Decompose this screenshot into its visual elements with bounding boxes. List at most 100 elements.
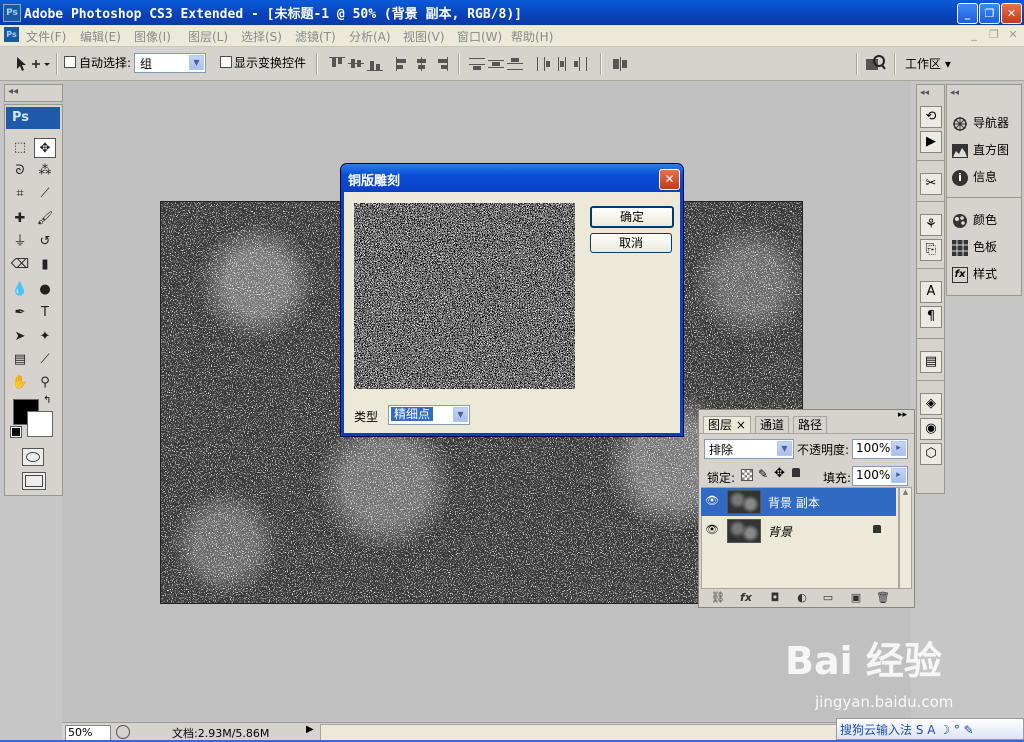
notes-tool-icon[interactable]: ▤ (9, 350, 31, 370)
dock-color[interactable]: 颜色 (949, 211, 1019, 233)
distribute-right-icon[interactable] (573, 57, 589, 71)
delete-layer-icon[interactable]: 🗑 (876, 592, 890, 604)
status-preview-icon[interactable] (116, 725, 130, 739)
lock-transparency-icon[interactable] (741, 469, 753, 481)
tab-paths[interactable]: 路径 (793, 416, 828, 434)
zoom-field[interactable]: 50% (65, 725, 111, 741)
lock-position-icon[interactable]: ✥ (774, 466, 785, 481)
link-layers-icon[interactable]: ⛓ (711, 592, 725, 604)
swap-colors-icon[interactable]: ↰ (43, 395, 51, 406)
menu-layer[interactable]: 图层(L) (188, 28, 228, 45)
layer-mask-icon[interactable]: ◘ (768, 592, 782, 604)
menu-help[interactable]: 帮助(H) (511, 28, 553, 45)
tool-presets-icon[interactable]: ✂ (920, 173, 942, 195)
rect-marquee-tool-icon[interactable]: ⬚ (9, 138, 31, 158)
quick-mask-button[interactable] (22, 448, 44, 466)
healing-brush-tool-icon[interactable]: ✚ (9, 209, 31, 229)
panel-menu-icon[interactable]: ▸▸ (898, 410, 907, 420)
status-menu-arrow[interactable]: ▶ (306, 724, 316, 735)
align-right-icon[interactable] (433, 57, 449, 71)
background-color-swatch[interactable] (27, 411, 53, 437)
restore-button[interactable]: ❐ (979, 3, 1000, 24)
eyedropper-tool-icon[interactable]: ⟋ (34, 350, 56, 370)
fill-field[interactable]: 100% ▸ (852, 466, 908, 486)
opacity-field[interactable]: 100% ▸ (852, 439, 908, 459)
layer-style-icon[interactable]: fx (739, 592, 753, 604)
cancel-button[interactable]: 取消 (590, 233, 672, 253)
filter-preview[interactable] (354, 203, 575, 389)
dock-swatches[interactable]: 色板 (949, 238, 1019, 260)
bridge-icon[interactable] (864, 53, 886, 75)
align-left-icon[interactable] (395, 57, 411, 71)
align-top-icon[interactable] (329, 57, 345, 71)
blend-mode-dropdown[interactable]: 排除 ▼ (704, 439, 794, 459)
pen-tool-icon[interactable]: ✒ (9, 303, 31, 323)
lock-all-icon[interactable] (792, 468, 800, 477)
crop-tool-icon[interactable]: ⌗ (9, 184, 31, 204)
menu-analysis[interactable]: 分析(A) (349, 28, 391, 45)
menu-edit[interactable]: 编辑(E) (80, 28, 121, 45)
zoom-tool-icon[interactable]: ⚲ (34, 373, 56, 393)
visibility-eye-icon[interactable]: 👁 (705, 523, 719, 536)
show-transform-checkbox[interactable] (220, 56, 232, 71)
input-method-bar[interactable]: 搜狗云输入法 S A ☽ ° ✎ (836, 718, 1024, 740)
new-group-icon[interactable]: ▭ (821, 592, 835, 604)
move-tool-icon[interactable]: ✥ (34, 138, 56, 158)
distribute-left-icon[interactable] (535, 57, 551, 71)
tab-layers[interactable]: 图层 × (703, 416, 751, 434)
dodge-tool-icon[interactable]: ● (34, 280, 56, 300)
layers-icon[interactable]: ◈ (920, 393, 942, 415)
gradient-tool-icon[interactable]: ▮ (34, 255, 56, 275)
type-tool-icon[interactable]: T (34, 303, 56, 323)
collapse-icon[interactable]: ◂◂ (950, 88, 959, 98)
menu-filter[interactable]: 滤镜(T) (295, 28, 336, 45)
new-layer-icon[interactable]: ▣ (849, 592, 863, 604)
default-colors-icon[interactable] (10, 426, 22, 438)
chevron-right-icon[interactable]: ▸ (891, 468, 906, 483)
dock-histogram[interactable]: 直方图 (949, 141, 1019, 163)
history-icon[interactable]: ⟲ (920, 106, 942, 128)
dialog-close-button[interactable]: ✕ (659, 169, 680, 190)
close-button[interactable]: ✕ (1001, 3, 1022, 24)
doc-restore-button[interactable]: ❐ (986, 27, 1002, 42)
adjustment-layer-icon[interactable]: ◐ (795, 592, 809, 604)
menu-image[interactable]: 图像(I) (134, 28, 171, 45)
distribute-vcenter-icon[interactable] (488, 57, 504, 71)
layer-row[interactable]: 👁 背景 (701, 517, 896, 545)
minimize-button[interactable]: _ (957, 3, 978, 24)
dialog-title-bar[interactable]: 铜版雕刻 (341, 164, 683, 192)
auto-select-checkbox[interactable] (64, 56, 76, 71)
distribute-hcenter-icon[interactable] (554, 57, 570, 71)
document-icon[interactable]: Ps (4, 27, 19, 42)
character-icon[interactable]: A (920, 281, 942, 303)
menu-file[interactable]: 文件(F) (26, 28, 66, 45)
history-brush-tool-icon[interactable]: ↺ (34, 232, 56, 252)
visibility-eye-icon[interactable]: 👁 (705, 494, 719, 507)
paths-icon[interactable]: ⬡ (920, 443, 942, 465)
layers-scrollbar[interactable]: ▲ (899, 487, 912, 589)
menu-select[interactable]: 选择(S) (241, 28, 282, 45)
hand-tool-icon[interactable]: ✋ (9, 373, 31, 393)
tool-preset-picker[interactable] (14, 55, 50, 73)
magic-wand-tool-icon[interactable]: ⁂ (34, 161, 56, 181)
paragraph-icon[interactable]: ¶ (920, 306, 942, 328)
screen-mode-button[interactable] (22, 472, 46, 490)
dock-styles[interactable]: fx 样式 (949, 265, 1019, 287)
clone-stamp-tool-icon[interactable]: ⏚ (9, 232, 31, 252)
doc-minimize-button[interactable]: _ (966, 27, 982, 42)
auto-select-dropdown[interactable]: 组 ▼ (134, 53, 206, 73)
distribute-bottom-icon[interactable] (507, 57, 523, 71)
horizontal-scrollbar[interactable] (320, 724, 910, 741)
toolbox-header[interactable]: ◂◂ (4, 84, 63, 102)
type-dropdown[interactable]: 精细点 ▼ (388, 405, 470, 425)
lasso-tool-icon[interactable]: ᘐ (9, 161, 31, 181)
brushes-icon[interactable]: ⚘ (920, 214, 942, 236)
dock-info[interactable]: i 信息 (949, 168, 1019, 190)
blur-tool-icon[interactable]: 💧 (9, 280, 31, 300)
distribute-top-icon[interactable] (469, 57, 485, 71)
slice-tool-icon[interactable]: ⟋ (34, 184, 56, 204)
menu-window[interactable]: 窗口(W) (457, 28, 502, 45)
notes-panel-icon[interactable]: ▤ (920, 351, 942, 373)
chevron-right-icon[interactable]: ▸ (891, 441, 906, 456)
dock-navigator[interactable]: 导航器 (949, 114, 1019, 136)
